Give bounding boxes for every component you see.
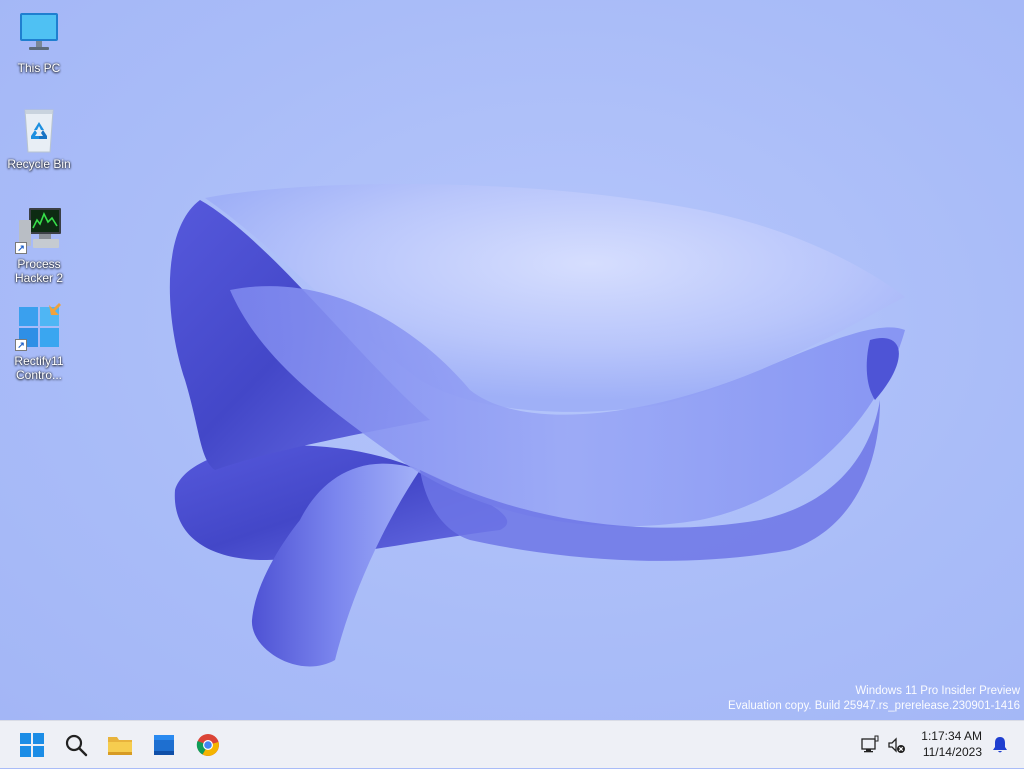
chrome-icon: [196, 734, 219, 756]
desktop-icon-label: This PC: [17, 61, 61, 75]
network-icon[interactable]: [860, 735, 880, 755]
file-explorer-icon: [108, 737, 132, 755]
clock-date: 11/14/2023: [922, 745, 982, 759]
shortcut-arrow-icon: ↗: [15, 339, 27, 351]
file-explorer-button[interactable]: [102, 727, 138, 763]
clock[interactable]: 1:17:34 AM 11/14/2023: [912, 728, 982, 760]
desktop-icon-this-pc[interactable]: This PC: [1, 10, 77, 75]
system-tray: 1:17:34 AM 11/14/2023: [844, 721, 1024, 769]
watermark-edition: Windows 11 Pro Insider Preview: [855, 685, 1020, 697]
watermark-build: Evaluation copy. Build 25947.rs_prerelea…: [728, 700, 1020, 712]
start-button[interactable]: [14, 727, 50, 763]
desktop-icon-process-hacker[interactable]: ↗ Process Hacker 2: [1, 206, 77, 285]
evaluation-watermark: Windows 11 Pro Insider Preview Evaluatio…: [728, 684, 1020, 714]
desktop-icon-rectify11[interactable]: ↗ Rectify11 Contro...: [1, 303, 77, 382]
start-icon: [20, 733, 44, 757]
clock-time: 1:17:34 AM: [921, 729, 982, 743]
chrome-button[interactable]: [190, 727, 226, 763]
process-hacker-icon: ↗: [15, 206, 63, 254]
rectify11-control-icon: ↗: [15, 303, 63, 351]
taskbar: 1:17:34 AM 11/14/2023: [0, 720, 1024, 768]
monitor-icon: [15, 10, 63, 58]
microsoft-store-icon: [154, 735, 174, 755]
desktop-icon-label: Rectify11 Contro...: [14, 354, 64, 382]
recycle-bin-icon: [15, 106, 63, 154]
wallpaper-bloom: [169, 184, 905, 667]
notification-bell-icon[interactable]: [990, 735, 1010, 755]
search-button[interactable]: [58, 727, 94, 763]
search-icon: [65, 734, 88, 757]
desktop-icon-label: Process Hacker 2: [14, 257, 64, 285]
microsoft-store-button[interactable]: [146, 727, 182, 763]
desktop[interactable]: This PC Recycle Bin ↗ Process Hacker 2 ↗…: [0, 0, 1024, 720]
shortcut-arrow-icon: ↗: [15, 242, 27, 254]
volume-muted-icon[interactable]: [886, 735, 906, 755]
desktop-icon-label: Recycle Bin: [7, 157, 71, 171]
desktop-icon-recycle-bin[interactable]: Recycle Bin: [1, 106, 77, 171]
